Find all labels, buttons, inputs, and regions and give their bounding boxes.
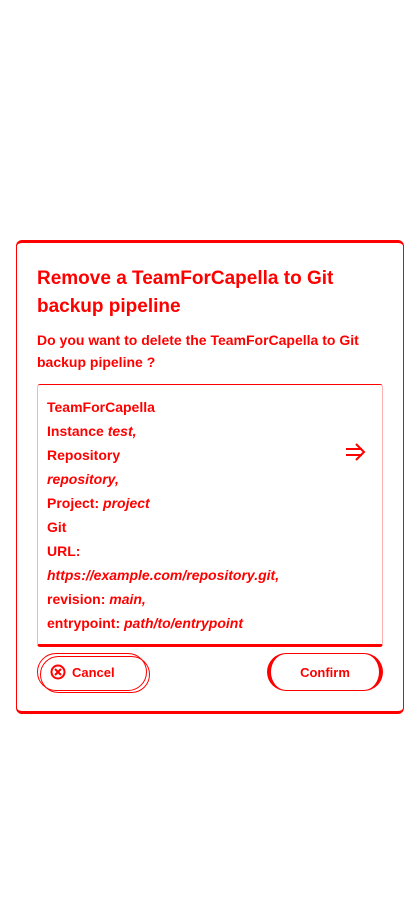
entrypoint-row: entrypoint: path/to/entrypoint [47, 611, 347, 635]
dialog-title: Remove a TeamForCapella to Git backup pi… [37, 268, 334, 317]
instance-value: test, [107, 423, 137, 439]
dialog-question: Do you want to delete the TeamForCapella… [37, 332, 359, 370]
git-heading: Git [47, 519, 67, 535]
arrow-right-icon [346, 443, 366, 461]
revision-row: revision: main, [47, 587, 347, 611]
repository-value: repository, [47, 471, 119, 487]
repository-label: Repository [47, 447, 121, 463]
revision-value: main, [109, 591, 146, 607]
instance-row: Instance test, [47, 419, 347, 443]
project-row: Project: project [47, 491, 347, 515]
cancel-icon [50, 664, 66, 680]
t4c-heading: TeamForCapella [47, 399, 155, 415]
cancel-button[interactable]: Cancel [37, 653, 150, 693]
url-value: https://example.com/repository.git, [47, 567, 280, 583]
revision-label: revision: [47, 591, 106, 607]
confirm-dialog: Remove a TeamForCapella to Git backup pi… [16, 240, 404, 714]
url-label: URL: [47, 543, 81, 559]
pipeline-details: TeamForCapella Instance test, Repository… [37, 384, 383, 647]
instance-label: Instance [47, 423, 104, 439]
project-value: project [103, 495, 150, 511]
pipeline-details-text: TeamForCapella Instance test, Repository… [47, 395, 347, 635]
confirm-button[interactable]: Confirm [267, 653, 383, 691]
project-label: Project: [47, 495, 100, 511]
entrypoint-label: entrypoint: [47, 615, 121, 631]
confirm-label: Confirm [300, 664, 350, 680]
entrypoint-value: path/to/entrypoint [124, 615, 243, 631]
cancel-label: Cancel [72, 664, 115, 680]
